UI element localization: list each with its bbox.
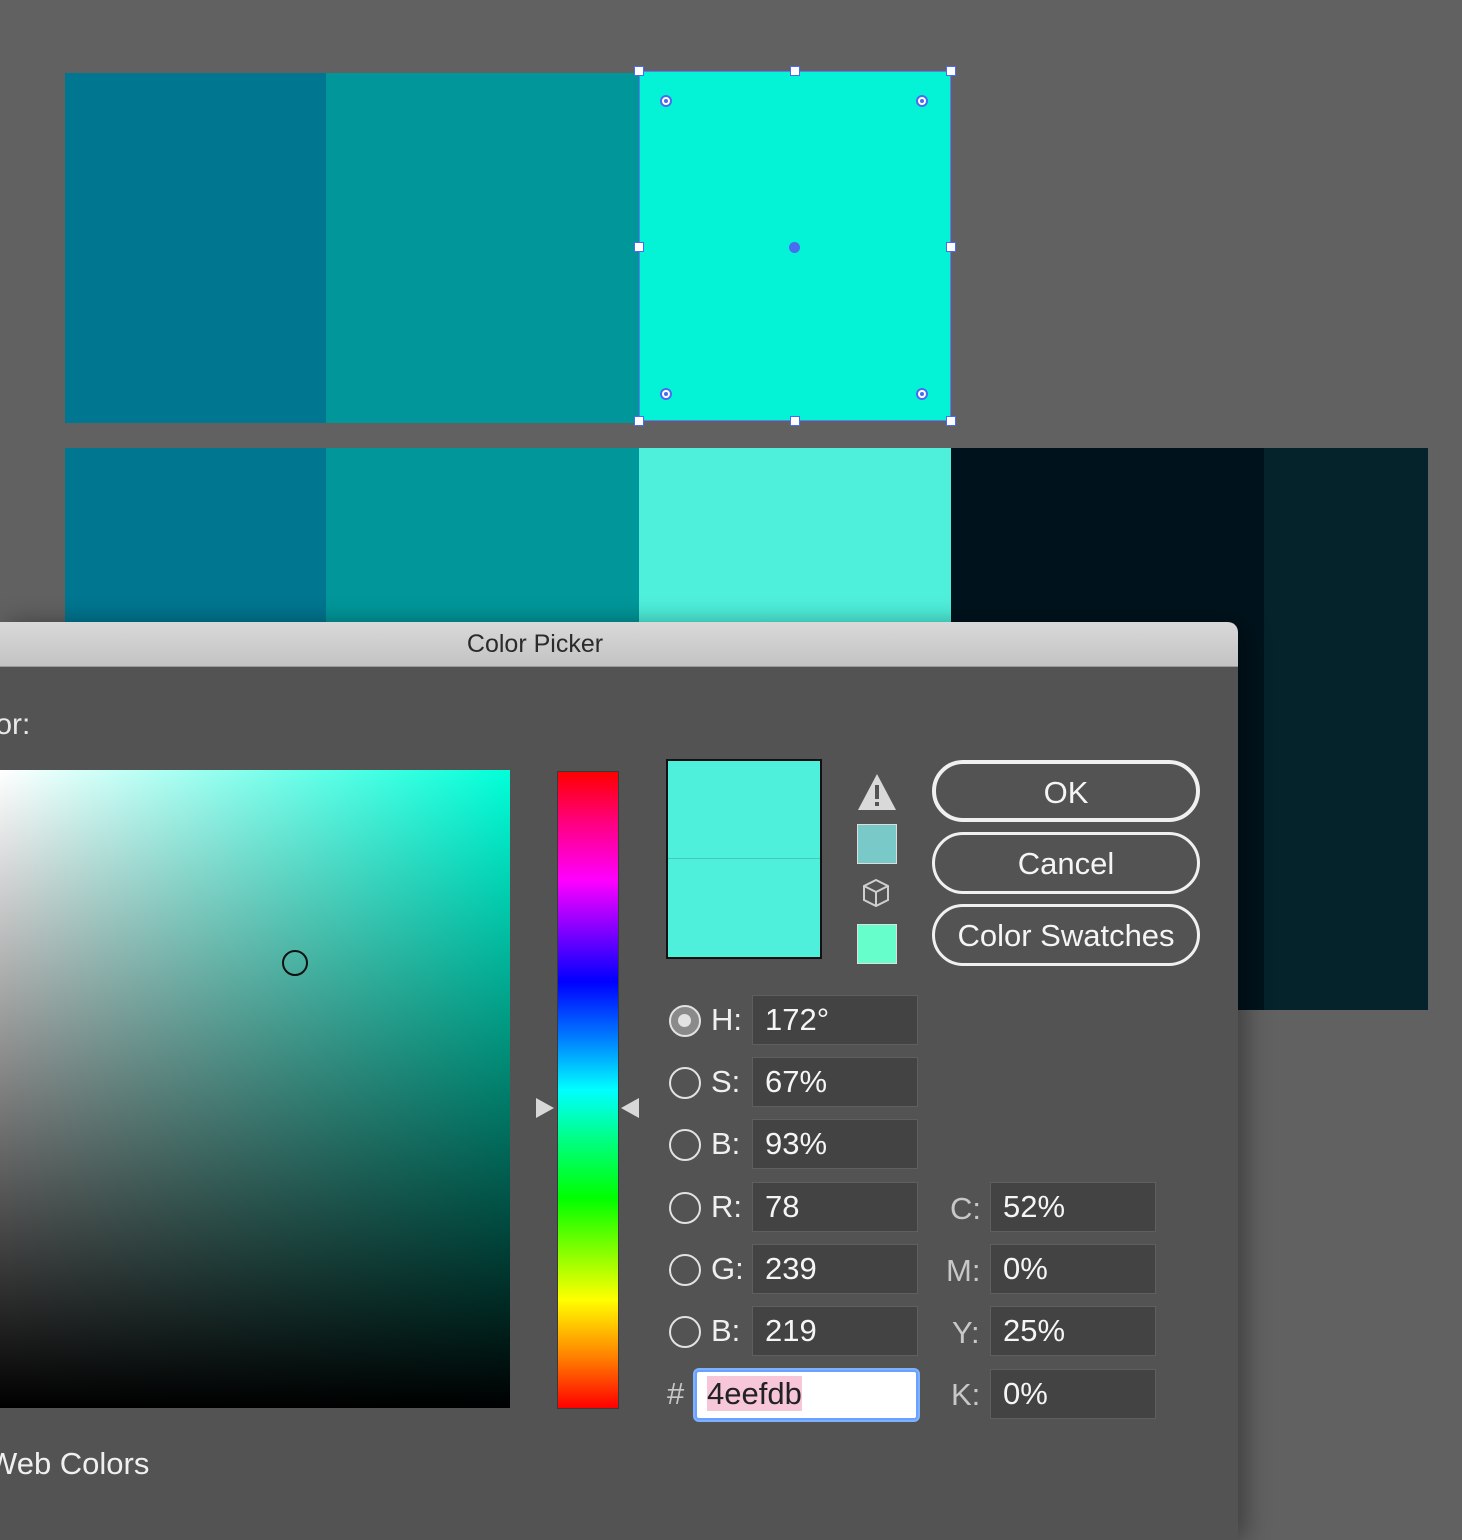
swatch-dark-teal-top[interactable] xyxy=(65,73,326,423)
label-hue: H: xyxy=(711,1002,742,1037)
input-magenta[interactable]: 0% xyxy=(990,1244,1156,1294)
color-preview xyxy=(666,759,822,959)
dialog-title: Color Picker xyxy=(466,630,604,658)
dialog-titlebar[interactable]: Color Picker xyxy=(0,622,1238,667)
resize-handle-br[interactable] xyxy=(946,416,956,426)
input-black[interactable]: 0% xyxy=(990,1369,1156,1419)
label-black: K: xyxy=(951,1377,981,1412)
cube-icon[interactable] xyxy=(860,877,892,909)
radio-red[interactable] xyxy=(669,1192,701,1224)
resize-handle-ml[interactable] xyxy=(634,242,644,252)
input-blue[interactable]: 219 xyxy=(752,1306,918,1356)
input-yellow[interactable]: 25% xyxy=(990,1306,1156,1356)
hex-input[interactable]: 4eefdb xyxy=(695,1370,918,1420)
label-brightness: B: xyxy=(711,1126,741,1161)
color-picker-dialog: Color Picker olor: OK Cancel Color Swatc… xyxy=(0,622,1238,1540)
cancel-button[interactable]: Cancel xyxy=(932,832,1200,894)
label-saturation: S: xyxy=(711,1064,741,1099)
corner-radius-widget-tr[interactable] xyxy=(916,95,928,107)
label-green: G: xyxy=(711,1251,744,1286)
input-green[interactable]: 239 xyxy=(752,1244,918,1294)
radio-hue[interactable] xyxy=(669,1005,701,1037)
radio-blue[interactable] xyxy=(669,1316,701,1348)
color-swatches-button[interactable]: Color Swatches xyxy=(932,904,1200,966)
corner-radius-widget-br[interactable] xyxy=(916,388,928,400)
select-color-label: olor: xyxy=(0,708,31,741)
resize-handle-bm[interactable] xyxy=(790,416,800,426)
resize-handle-mr[interactable] xyxy=(946,242,956,252)
radio-brightness[interactable] xyxy=(669,1129,701,1161)
label-blue: B: xyxy=(711,1313,741,1348)
input-hue[interactable]: 172° xyxy=(752,995,918,1045)
out-of-gamut-swatch[interactable] xyxy=(857,824,897,864)
hex-symbol: # xyxy=(667,1376,685,1411)
color-field-cursor[interactable] xyxy=(282,950,308,976)
resize-handle-tm[interactable] xyxy=(790,66,800,76)
resize-handle-tl[interactable] xyxy=(634,66,644,76)
color-field[interactable] xyxy=(0,770,510,1408)
input-red[interactable]: 78 xyxy=(752,1182,918,1232)
swatch-teal-top[interactable] xyxy=(326,73,639,423)
hue-slider[interactable] xyxy=(557,771,619,1409)
ok-button[interactable]: OK xyxy=(932,760,1200,822)
corner-radius-widget-tl[interactable] xyxy=(660,95,672,107)
input-brightness[interactable]: 93% xyxy=(752,1119,918,1169)
corner-radius-widget-bl[interactable] xyxy=(660,388,672,400)
label-red: R: xyxy=(711,1189,742,1224)
swatch-dark-teal-bottom[interactable] xyxy=(65,448,326,628)
warning-triangle-icon[interactable] xyxy=(856,772,898,812)
radio-saturation[interactable] xyxy=(669,1067,701,1099)
center-point[interactable] xyxy=(789,242,800,253)
input-cyan[interactable]: 52% xyxy=(990,1182,1156,1232)
hex-value: 4eefdb xyxy=(707,1376,802,1411)
resize-handle-bl[interactable] xyxy=(634,416,644,426)
swatch-deep-bottom[interactable] xyxy=(1264,448,1428,1010)
label-magenta: M: xyxy=(946,1253,981,1288)
radio-green[interactable] xyxy=(669,1254,701,1286)
web-colors-label[interactable]: Web Colors xyxy=(0,1446,149,1482)
label-yellow: Y: xyxy=(952,1315,980,1350)
resize-handle-tr[interactable] xyxy=(946,66,956,76)
swatch-teal-bottom[interactable] xyxy=(326,448,639,628)
hue-slider-right-arrow-icon[interactable] xyxy=(536,1098,554,1118)
label-cyan: C: xyxy=(950,1191,981,1226)
hue-slider-left-arrow-icon[interactable] xyxy=(621,1098,639,1118)
current-color-preview[interactable] xyxy=(668,859,820,957)
input-saturation[interactable]: 67% xyxy=(752,1057,918,1107)
swatch-light-bottom[interactable] xyxy=(639,448,951,628)
new-color-preview xyxy=(668,761,820,859)
web-safe-swatch[interactable] xyxy=(857,924,897,964)
